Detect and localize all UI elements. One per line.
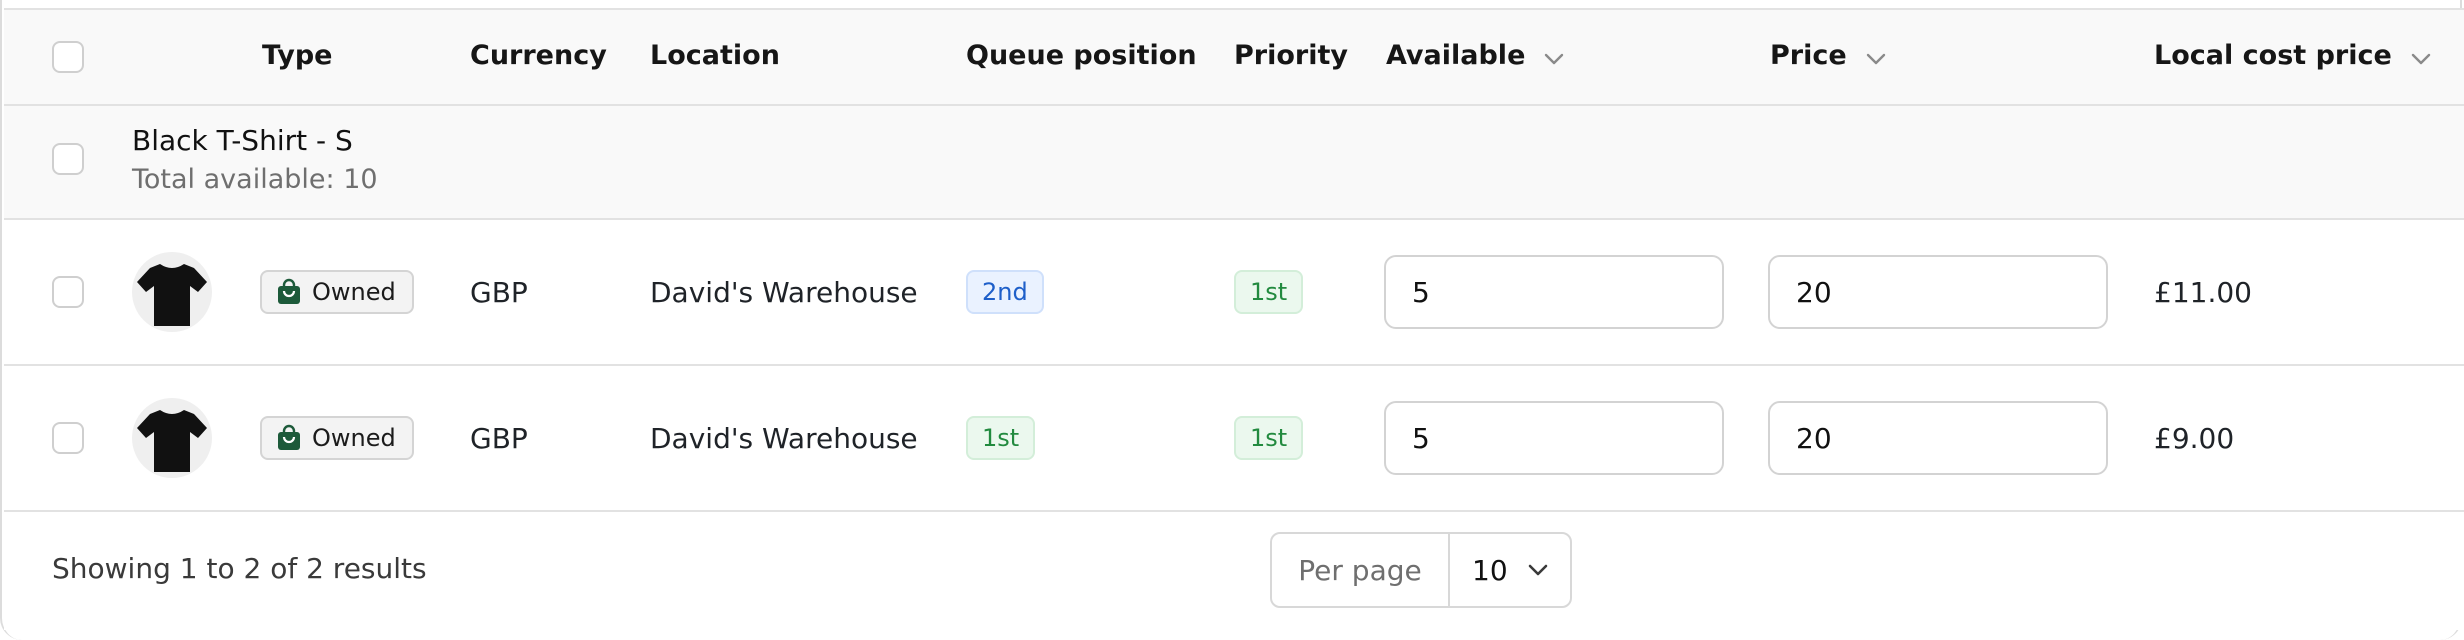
location-cell: David's Warehouse	[650, 422, 918, 455]
shopping-bag-icon	[278, 424, 300, 450]
type-badge-owned: Owned	[260, 416, 414, 460]
header-type: Type	[262, 40, 333, 71]
priority-badge: 1st	[1234, 416, 1304, 460]
tshirt-icon	[137, 410, 207, 472]
header-available-sort[interactable]: Available	[1386, 40, 1564, 71]
header-priority: Priority	[1234, 40, 1348, 71]
table-footer: Showing 1 to 2 of 2 results Per page 10	[4, 512, 2464, 630]
price-input[interactable]: 20	[1768, 401, 2108, 475]
price-input[interactable]: 20	[1768, 255, 2108, 329]
header-available: Available	[1386, 40, 1526, 71]
tshirt-icon	[137, 264, 207, 326]
results-summary: Showing 1 to 2 of 2 results	[52, 552, 427, 585]
chevron-down-icon	[1544, 50, 1564, 69]
product-thumbnail	[132, 252, 212, 332]
priority-badge: 1st	[1234, 270, 1304, 314]
type-label: Owned	[312, 424, 396, 452]
header-queue-position: Queue position	[966, 40, 1197, 71]
type-label: Owned	[312, 278, 396, 306]
header-currency: Currency	[470, 40, 607, 71]
table-row: Owned GBP David's Warehouse 2nd 1st 5 20…	[4, 220, 2464, 366]
header-local-cost-price-sort[interactable]: Local cost price	[2154, 40, 2431, 71]
row-checkbox[interactable]	[52, 276, 84, 308]
header-price-sort[interactable]: Price	[1770, 40, 1886, 71]
available-input[interactable]: 5	[1384, 401, 1724, 475]
local-cost-price-cell: £11.00	[2154, 276, 2252, 309]
select-all-checkbox[interactable]	[52, 41, 84, 73]
queue-position-badge: 2nd	[966, 270, 1044, 314]
available-input[interactable]: 5	[1384, 255, 1724, 329]
chevron-down-icon	[1528, 564, 1547, 576]
chevron-down-icon	[1866, 50, 1886, 69]
header-price: Price	[1770, 40, 1847, 71]
per-page-value: 10	[1472, 553, 1508, 587]
currency-cell: GBP	[470, 276, 528, 309]
per-page-selector[interactable]: Per page 10	[1270, 532, 1572, 608]
product-thumbnail	[132, 398, 212, 478]
local-cost-price-cell: £9.00	[2154, 422, 2235, 455]
header-location: Location	[650, 40, 780, 71]
table-row: Owned GBP David's Warehouse 1st 1st 5 20…	[4, 366, 2464, 512]
chevron-down-icon	[2411, 50, 2431, 69]
table-header: Type Currency Location Queue position Pr…	[4, 8, 2464, 106]
group-subtitle: Total available: 10	[132, 164, 378, 195]
queue-position-badge: 1st	[966, 416, 1036, 460]
group-title: Black T-Shirt - S	[132, 124, 353, 157]
location-cell: David's Warehouse	[650, 276, 918, 309]
shopping-bag-icon	[278, 278, 300, 304]
group-checkbox[interactable]	[52, 143, 84, 175]
type-badge-owned: Owned	[260, 270, 414, 314]
header-local-cost-price: Local cost price	[2154, 40, 2392, 71]
row-checkbox[interactable]	[52, 422, 84, 454]
per-page-dropdown[interactable]: 10	[1450, 534, 1570, 606]
currency-cell: GBP	[470, 422, 528, 455]
per-page-label: Per page	[1272, 534, 1450, 606]
inventory-panel: Type Currency Location Queue position Pr…	[0, 0, 2464, 640]
product-group-row: Black T-Shirt - S Total available: 10	[4, 106, 2464, 220]
